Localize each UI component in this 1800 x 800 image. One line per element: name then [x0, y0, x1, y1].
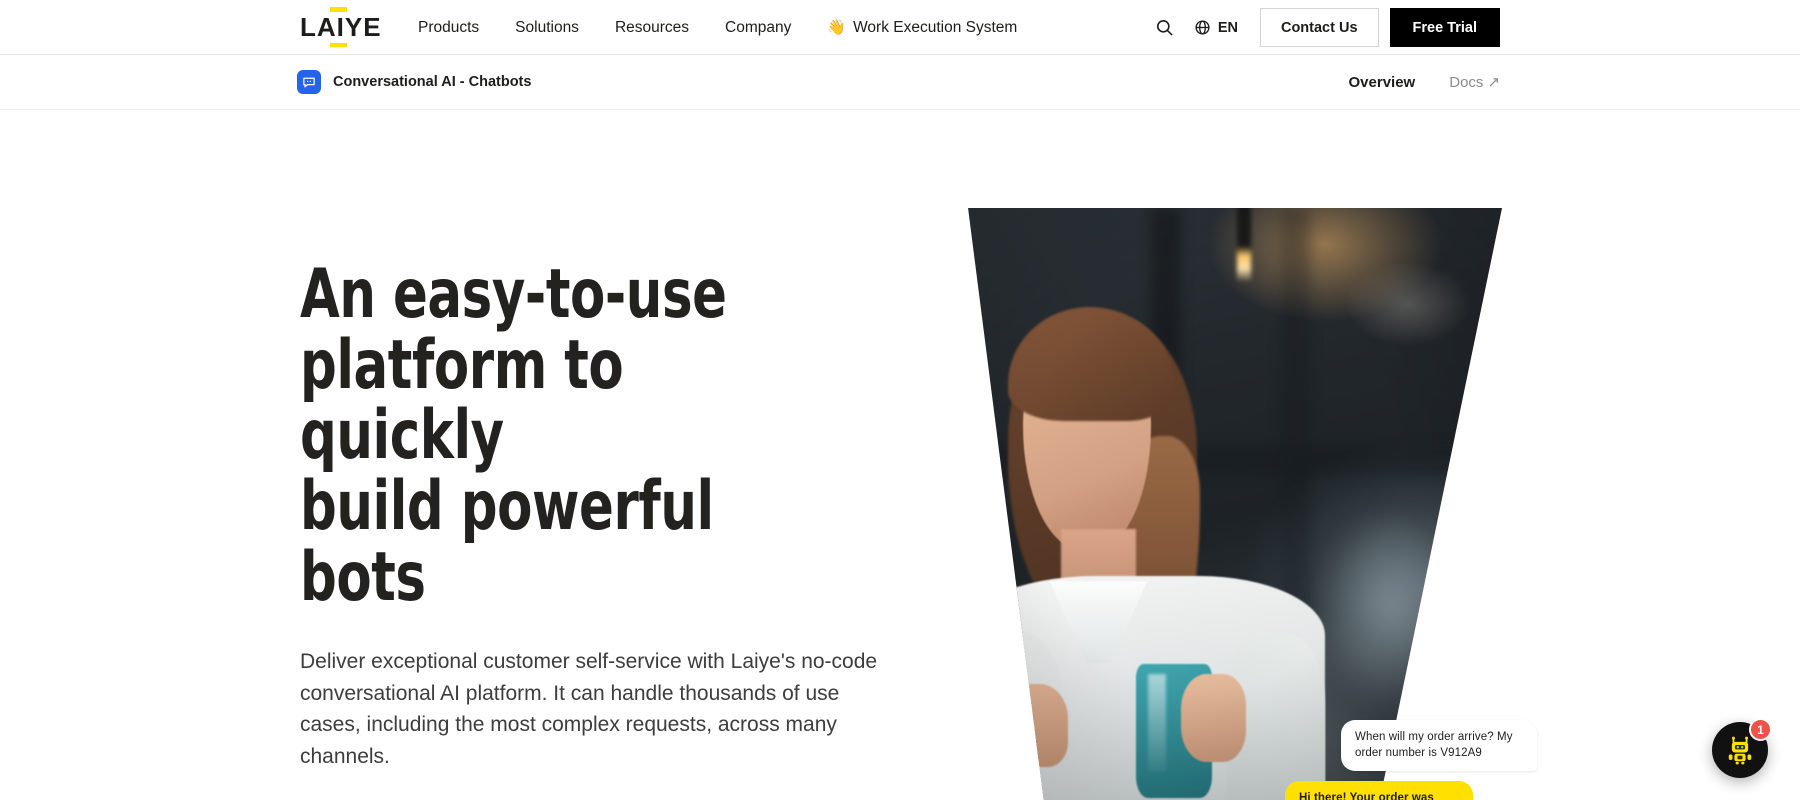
- language-selector[interactable]: EN: [1184, 19, 1252, 36]
- subnav-item-docs[interactable]: Docs ↗: [1449, 73, 1500, 92]
- page-title: An easy-to-use platform to quickly build…: [300, 255, 727, 617]
- logo-wordmark: LAIYE: [300, 12, 382, 42]
- hero-image: [968, 208, 1502, 800]
- free-trial-button[interactable]: Free Trial: [1389, 8, 1500, 47]
- hero-photo: [968, 208, 1502, 800]
- chat-demo-overlay: When will my order arrive? My order numb…: [1285, 720, 1545, 800]
- chat-message-user: When will my order arrive? My order numb…: [1341, 720, 1537, 771]
- chat-bubble-icon: [297, 70, 321, 94]
- nav-actions: EN Contact Us Free Trial: [1146, 0, 1500, 55]
- subnav-item-overview[interactable]: Overview: [1349, 74, 1416, 91]
- nav-item-company[interactable]: Company: [707, 0, 809, 55]
- product-sub-links: Overview Docs ↗: [1349, 73, 1500, 92]
- chat-launcher-button[interactable]: 1: [1712, 718, 1772, 778]
- waving-hand-icon: 👋: [827, 19, 847, 36]
- chat-message-bot: Hi there! Your order was shipped yesterd…: [1285, 780, 1473, 800]
- logo-accent-bar-top: [330, 7, 347, 12]
- nav-item-solutions[interactable]: Solutions: [497, 0, 597, 55]
- nav-item-work-execution-system[interactable]: 👋 Work Execution System: [809, 0, 1035, 55]
- globe-icon: [1195, 20, 1210, 35]
- robot-icon: [1728, 736, 1752, 765]
- product-title: Conversational AI - Chatbots: [333, 74, 532, 90]
- product-sub-navigation: Conversational AI - Chatbots Overview Do…: [0, 55, 1800, 110]
- arrow-up-right-icon: ↗: [1487, 74, 1500, 91]
- subnav-item-docs-label: Docs: [1449, 73, 1484, 91]
- language-label: EN: [1217, 19, 1238, 36]
- page-root: LAIYE Products Solutions Resources Compa…: [0, 0, 1800, 800]
- hero-section: An easy-to-use platform to quickly build…: [0, 110, 1800, 800]
- hero-subcopy: Deliver exceptional customer self-servic…: [300, 649, 878, 769]
- primary-nav-links: Products Solutions Resources Company 👋 Wo…: [400, 0, 1035, 55]
- logo-accent-bar-bottom: [330, 42, 347, 47]
- photo-vignette: [968, 208, 1502, 800]
- chat-unread-badge: 1: [1749, 718, 1772, 741]
- nav-item-products[interactable]: Products: [400, 0, 497, 55]
- nav-item-resources[interactable]: Resources: [597, 0, 707, 55]
- hero-copy: An easy-to-use platform to quickly build…: [300, 255, 920, 800]
- product-identity[interactable]: Conversational AI - Chatbots: [297, 70, 531, 94]
- search-button[interactable]: [1146, 9, 1184, 47]
- nav-item-work-execution-system-label: Work Execution System: [853, 19, 1018, 36]
- contact-us-button[interactable]: Contact Us: [1259, 8, 1379, 47]
- search-icon: [1157, 19, 1173, 36]
- chat-bubble-glyph: [303, 77, 315, 88]
- top-navigation-bar: LAIYE Products Solutions Resources Compa…: [0, 0, 1800, 55]
- laiye-logo[interactable]: LAIYE: [300, 7, 382, 47]
